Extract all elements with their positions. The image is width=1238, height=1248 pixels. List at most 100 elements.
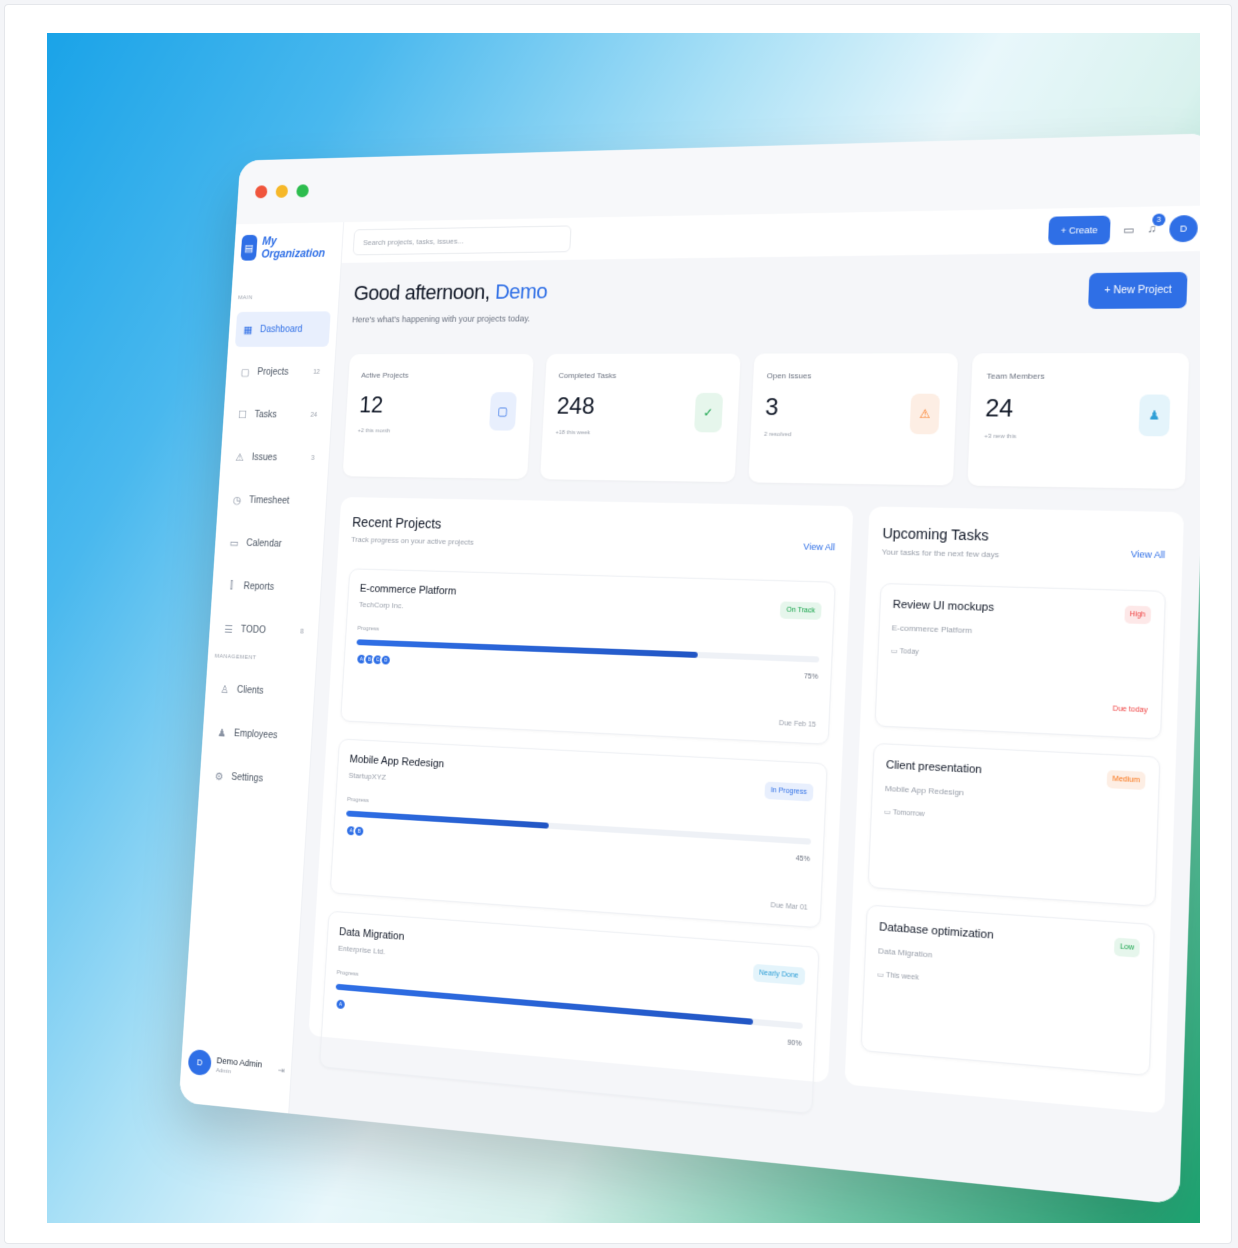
upcoming-tasks-title: Upcoming Tasks bbox=[882, 524, 989, 544]
upcoming-tasks-panel: Upcoming Tasks Your tasks for the next f… bbox=[844, 506, 1185, 1114]
status-badge: On Track bbox=[780, 601, 822, 620]
stat-card[interactable]: Team Members 24 +3 new this ♟ bbox=[967, 352, 1190, 489]
building-icon: ▤ bbox=[240, 234, 258, 261]
sidebar-item-settings[interactable]: ⚙ Settings bbox=[206, 757, 303, 799]
greeting-text: Good afternoon, bbox=[353, 279, 491, 305]
recent-projects-panel: Recent Projects Track progress on your a… bbox=[308, 497, 854, 1115]
progress-percent: 45% bbox=[795, 855, 811, 864]
brand-name: My Organization bbox=[261, 234, 326, 261]
progress-percent: 90% bbox=[787, 1039, 802, 1048]
task-when: ▭ This week bbox=[877, 970, 1138, 999]
stat-label: Active Projects bbox=[360, 371, 409, 380]
sidebar-item-projects[interactable]: ▢ Projects 12 bbox=[232, 354, 328, 389]
main-area: Search projects, tasks, issues... + Crea… bbox=[289, 205, 1200, 1205]
task-card[interactable]: Review UI mockups E-commerce Platform ▭ To… bbox=[874, 582, 1167, 740]
project-due-date: Due Feb 15 bbox=[778, 719, 817, 729]
folder-icon: ▢ bbox=[488, 392, 517, 431]
user-profile[interactable]: D Demo Admin Admin ⇥ bbox=[187, 1048, 286, 1084]
stat-card[interactable]: Open Issues 3 2 resolved ⚠ bbox=[747, 353, 959, 486]
project-card[interactable]: E-commerce Platform TechCorp Inc. On Track… bbox=[340, 568, 836, 745]
notification-badge: 3 bbox=[1152, 213, 1166, 227]
progress-percent: 75% bbox=[803, 673, 819, 681]
project-card[interactable]: Data Migration Enterprise Ltd. Nearly Done… bbox=[319, 910, 820, 1115]
page-title: Good afternoon, Demo bbox=[353, 279, 548, 305]
task-when: ▭ Tomorrow bbox=[884, 808, 1144, 831]
sidebar-item-issues[interactable]: ⚠ Issues 3 bbox=[227, 439, 323, 476]
task-project: Data Migration bbox=[877, 946, 933, 960]
sidebar-item-label: Tasks bbox=[254, 409, 278, 420]
checkbox-icon: ☐ bbox=[237, 409, 248, 421]
management-section-label: MANAGEMENT bbox=[214, 653, 257, 662]
user-icon: ♙ bbox=[220, 683, 230, 696]
search-input[interactable]: Search projects, tasks, issues... bbox=[352, 225, 572, 256]
member-avatar: D bbox=[379, 653, 393, 667]
new-project-button[interactable]: + New Project bbox=[1088, 271, 1188, 309]
sidebar-item-tasks[interactable]: ☐ Tasks 24 bbox=[229, 397, 325, 433]
minimize-window-button[interactable] bbox=[275, 184, 289, 198]
calendar-icon[interactable]: ▭ bbox=[1123, 223, 1135, 236]
sidebar-item-label: Clients bbox=[236, 684, 264, 697]
member-avatar: B bbox=[352, 824, 366, 838]
sidebar-item-count: 3 bbox=[310, 454, 315, 462]
member-avatar: A bbox=[334, 997, 347, 1012]
clock-icon: ◷ bbox=[232, 494, 242, 506]
stats-row: Active Projects 12 +2 this month ▢ Completed… bbox=[342, 352, 1190, 489]
maximize-window-button[interactable] bbox=[296, 184, 310, 198]
bell-icon[interactable]: ♫ 3 bbox=[1147, 213, 1166, 235]
sidebar-item-dashboard[interactable]: ▦ Dashboard bbox=[234, 311, 331, 347]
priority-badge: Medium bbox=[1106, 769, 1146, 791]
create-button[interactable]: + Create bbox=[1047, 215, 1112, 246]
calendar-icon: ▭ bbox=[229, 537, 240, 549]
greeting-user-name: Demo bbox=[494, 279, 549, 304]
stat-label: Team Members bbox=[986, 371, 1045, 381]
task-card[interactable]: Database optimization Data Migration ▭ Thi… bbox=[860, 904, 1155, 1077]
tasks-view-all-link[interactable]: View All bbox=[1131, 549, 1166, 560]
stat-card[interactable]: Completed Tasks 248 +18 this week ✓ bbox=[539, 353, 741, 483]
avatar: D bbox=[187, 1048, 212, 1077]
sidebar-item-reports[interactable]: ⫿ Reports bbox=[218, 568, 314, 607]
sidebar-item-label: Reports bbox=[243, 580, 275, 593]
sidebar-item-count: 8 bbox=[300, 628, 305, 635]
sidebar-item-label: Timesheet bbox=[248, 494, 290, 506]
task-name: Database optimization bbox=[878, 921, 994, 942]
user-role: Admin bbox=[215, 1067, 232, 1075]
task-project: E-commerce Platform bbox=[891, 623, 973, 636]
chart-icon: ⫿ bbox=[229, 579, 234, 591]
gear-icon: ⚙ bbox=[214, 770, 224, 783]
sidebar-item-calendar[interactable]: ▭ Calendar bbox=[221, 525, 317, 563]
main-section-label: MAIN bbox=[237, 295, 253, 302]
user-name: Demo Admin bbox=[216, 1054, 263, 1069]
projects-view-all-link[interactable]: View All bbox=[803, 542, 835, 553]
close-window-button[interactable] bbox=[254, 185, 268, 199]
priority-badge: Low bbox=[1114, 937, 1140, 958]
logout-icon[interactable]: ⇥ bbox=[278, 1065, 285, 1076]
folder-icon: ▢ bbox=[240, 366, 251, 378]
topbar-avatar[interactable]: D bbox=[1168, 214, 1199, 243]
hero-background: ▤ My Organization MAIN ▦ Dashboard ▢ Projec… bbox=[47, 33, 1200, 1223]
stat-card[interactable]: Active Projects 12 +2 this month ▢ bbox=[342, 353, 534, 480]
sidebar-item-count: 12 bbox=[312, 368, 321, 376]
task-when-text: Tomorrow bbox=[892, 809, 925, 819]
sidebar-item-count: 24 bbox=[310, 411, 318, 419]
task-card[interactable]: Client presentation Mobile App Redesign ▭ … bbox=[867, 742, 1161, 907]
sidebar-item-employees[interactable]: ♟ Employees bbox=[209, 714, 306, 755]
task-when-text: Today bbox=[899, 648, 919, 657]
task-name: Review UI mockups bbox=[892, 598, 995, 615]
project-due-date: Due Mar 01 bbox=[770, 902, 808, 912]
upcoming-tasks-subtitle: Your tasks for the next few days bbox=[881, 547, 1000, 560]
task-when: ▭ Today bbox=[891, 647, 1150, 665]
dashboard-icon: ▦ bbox=[243, 324, 253, 336]
sidebar-item-todo[interactable]: ☰ TODO 8 bbox=[215, 611, 312, 650]
warning-icon: ⚠ bbox=[909, 393, 941, 435]
due-today-label: Due today bbox=[1112, 705, 1148, 715]
sidebar-item-timesheet[interactable]: ◷ Timesheet bbox=[224, 482, 320, 519]
task-when-text: This week bbox=[885, 971, 919, 982]
check-icon: ✓ bbox=[693, 392, 723, 433]
sidebar-item-label: Projects bbox=[257, 366, 289, 377]
app-window: ▤ My Organization MAIN ▦ Dashboard ▢ Projec… bbox=[178, 133, 1200, 1205]
project-card[interactable]: Mobile App Redesign StartupXYZ In Progress… bbox=[329, 738, 828, 929]
brand[interactable]: ▤ My Organization bbox=[240, 233, 336, 261]
sidebar-item-clients[interactable]: ♙ Clients bbox=[211, 671, 308, 711]
sidebar-item-label: Calendar bbox=[246, 537, 282, 550]
status-badge: In Progress bbox=[764, 781, 814, 802]
